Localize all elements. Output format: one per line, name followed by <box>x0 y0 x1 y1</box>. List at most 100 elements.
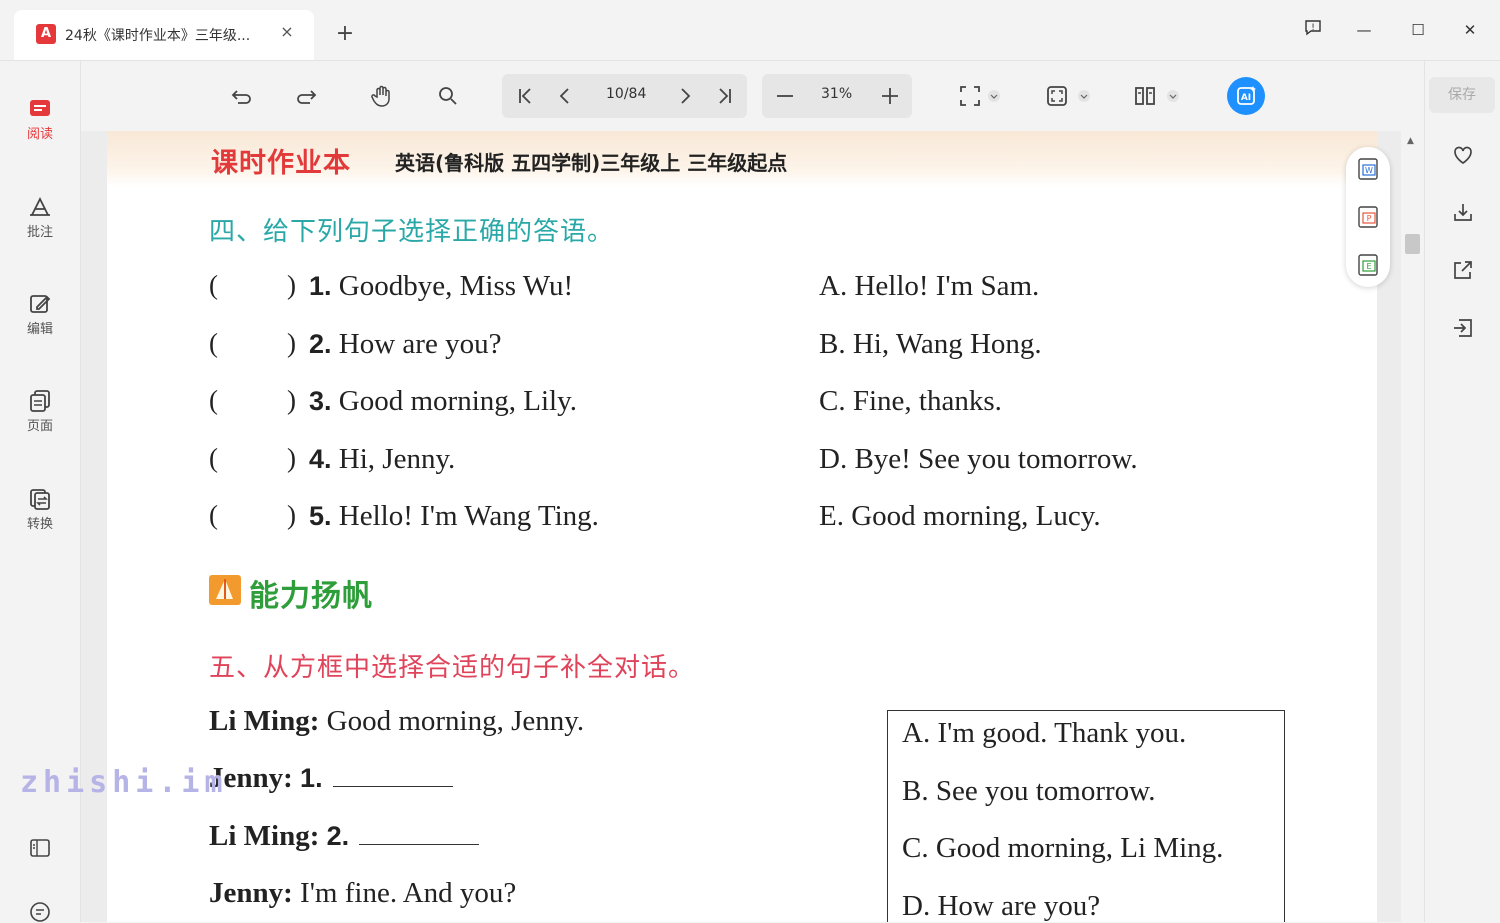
answer-paren-open: ( <box>209 270 218 300</box>
scrollbar-thumb[interactable] <box>1405 234 1420 254</box>
svg-text:!: ! <box>1311 23 1315 33</box>
sidebar-item-label: 转换 <box>26 517 53 532</box>
zoom-out-icon[interactable] <box>772 83 798 109</box>
zoom-level[interactable]: 31% <box>821 86 852 102</box>
pdf-page: 课时作业本 英语(鲁科版 五四学制)三年级上 三年级起点 四、给下列句子选择正确… <box>107 131 1377 922</box>
question-2: 2. How are you? <box>309 328 502 360</box>
answer-paren-close: ) <box>287 443 296 473</box>
chevron-down-icon[interactable] <box>987 83 1001 109</box>
page-navigation-group: 10/84 <box>502 74 747 118</box>
dialogue-line-3: Li Ming: 2. <box>209 820 480 853</box>
tab-title: 24秋《课时作业本》三年级... <box>65 28 251 44</box>
ability-heading: 能力扬帆 <box>249 579 373 614</box>
redo-icon[interactable] <box>293 83 319 109</box>
question-4: 4. Hi, Jenny. <box>309 443 456 475</box>
page-header: 课时作业本 英语(鲁科版 五四学制)三年级上 三年级起点 <box>107 131 1377 187</box>
answer-paren-close: ) <box>287 500 296 530</box>
favorite-heart-icon[interactable] <box>1451 143 1475 167</box>
scroll-up-arrow-icon[interactable]: ▲ <box>1407 136 1414 146</box>
answer-option-d: D. Bye! See you tomorrow. <box>819 443 1138 475</box>
minimize-button[interactable]: — <box>1350 18 1378 42</box>
save-button[interactable]: 保存 <box>1429 77 1495 113</box>
comment-toggle[interactable] <box>0 901 80 923</box>
annotate-icon <box>30 196 50 216</box>
box-option-c: C. Good morning, Li Ming. <box>902 832 1224 864</box>
floating-convert-toolbar: W P E <box>1346 147 1390 287</box>
question-1: 1. Goodbye, Miss Wu! <box>309 270 574 302</box>
svg-text:P: P <box>1367 214 1372 223</box>
feedback-icon[interactable]: ! <box>1299 18 1327 42</box>
answer-paren-close: ) <box>287 328 296 358</box>
next-page-icon[interactable] <box>672 83 698 109</box>
chevron-down-icon[interactable] <box>1166 83 1180 109</box>
sidebar-item-label: 编辑 <box>26 322 53 337</box>
fit-page-icon[interactable] <box>957 83 983 109</box>
page-layout-icon[interactable] <box>1132 83 1158 109</box>
answer-blank <box>332 764 453 787</box>
page-number-input[interactable]: 10/84 <box>606 86 646 102</box>
options-box: A. I'm good. Thank you. B. See you tomor… <box>887 710 1285 922</box>
previous-page-icon[interactable] <box>552 83 578 109</box>
sidebar-item-read[interactable]: 阅读 <box>0 97 80 167</box>
convert-icon <box>30 489 50 510</box>
right-sidebar: 保存 <box>1424 61 1500 922</box>
sidebar-item-edit[interactable]: 编辑 <box>0 292 80 362</box>
svg-text:E: E <box>1366 262 1371 271</box>
close-tab-icon[interactable]: × <box>276 21 298 43</box>
answer-option-a: A. Hello! I'm Sam. <box>819 270 1040 302</box>
box-option-d: D. How are you? <box>902 890 1101 922</box>
answer-option-c: C. Fine, thanks. <box>819 385 1002 417</box>
main-toolbar: 10/84 31% AI <box>81 61 1423 131</box>
answer-option-e: E. Good morning, Lucy. <box>819 500 1101 532</box>
ai-icon: AI <box>1237 86 1256 105</box>
document-viewport[interactable]: 课时作业本 英语(鲁科版 五四学制)三年级上 三年级起点 四、给下列句子选择正确… <box>81 131 1401 922</box>
zoom-in-icon[interactable] <box>877 83 903 109</box>
answer-paren-open: ( <box>209 328 218 358</box>
first-page-icon[interactable] <box>512 83 538 109</box>
sidebar-item-pages[interactable]: 页面 <box>0 389 80 459</box>
sidebar-item-label: 批注 <box>26 225 53 240</box>
answer-paren-close: ) <box>287 385 296 415</box>
edit-icon <box>30 295 51 313</box>
answer-option-b: B. Hi, Wang Hong. <box>819 328 1042 360</box>
download-icon[interactable] <box>1451 200 1475 224</box>
chevron-down-icon[interactable] <box>1077 83 1091 109</box>
ai-assistant-button[interactable]: AI <box>1227 77 1265 115</box>
to-word-icon[interactable]: W <box>1357 157 1379 181</box>
title-bar: A 24秋《课时作业本》三年级... × + ! — ☐ ✕ <box>0 0 1500 61</box>
answer-paren-open: ( <box>209 500 218 530</box>
fullscreen-icon[interactable] <box>1044 83 1070 109</box>
close-window-button[interactable]: ✕ <box>1456 18 1484 42</box>
import-icon[interactable] <box>1451 316 1475 340</box>
dialogue-line-1: Li Ming: Good morning, Jenny. <box>209 705 585 737</box>
zoom-group: 31% <box>762 74 912 118</box>
document-tab[interactable]: A 24秋《课时作业本》三年级... × <box>14 10 314 60</box>
box-option-a: A. I'm good. Thank you. <box>902 717 1187 749</box>
comment-icon <box>30 902 50 922</box>
share-icon[interactable] <box>1451 258 1475 282</box>
svg-text:AI: AI <box>1241 93 1251 103</box>
dialogue-line-2: Jenny: 1. <box>209 762 453 795</box>
svg-text:W: W <box>1365 166 1373 175</box>
to-excel-icon[interactable]: E <box>1357 253 1379 277</box>
new-tab-button[interactable]: + <box>333 22 357 46</box>
search-icon[interactable] <box>435 83 461 109</box>
question-3: 3. Good morning, Lily. <box>309 385 577 417</box>
answer-paren-open: ( <box>209 385 218 415</box>
section-4-title: 四、给下列句子选择正确的答语。 <box>209 217 615 247</box>
undo-icon[interactable] <box>229 83 255 109</box>
section-5-title: 五、从方框中选择合适的句子补全对话。 <box>209 653 696 683</box>
panel-icon <box>30 839 50 857</box>
thumbnail-panel-toggle[interactable] <box>0 837 80 867</box>
watermark-text: zhishi.im <box>20 765 228 800</box>
sidebar-item-annotate[interactable]: 批注 <box>0 195 80 265</box>
question-5: 5. Hello! I'm Wang Ting. <box>309 500 599 532</box>
to-ppt-icon[interactable]: P <box>1357 205 1379 229</box>
last-page-icon[interactable] <box>712 83 738 109</box>
maximize-button[interactable]: ☐ <box>1404 18 1432 42</box>
answer-blank <box>359 822 480 845</box>
read-icon <box>30 100 50 116</box>
sidebar-item-convert[interactable]: 转换 <box>0 487 80 557</box>
hand-tool-icon[interactable] <box>370 83 396 109</box>
sidebar-item-label: 页面 <box>26 419 53 434</box>
